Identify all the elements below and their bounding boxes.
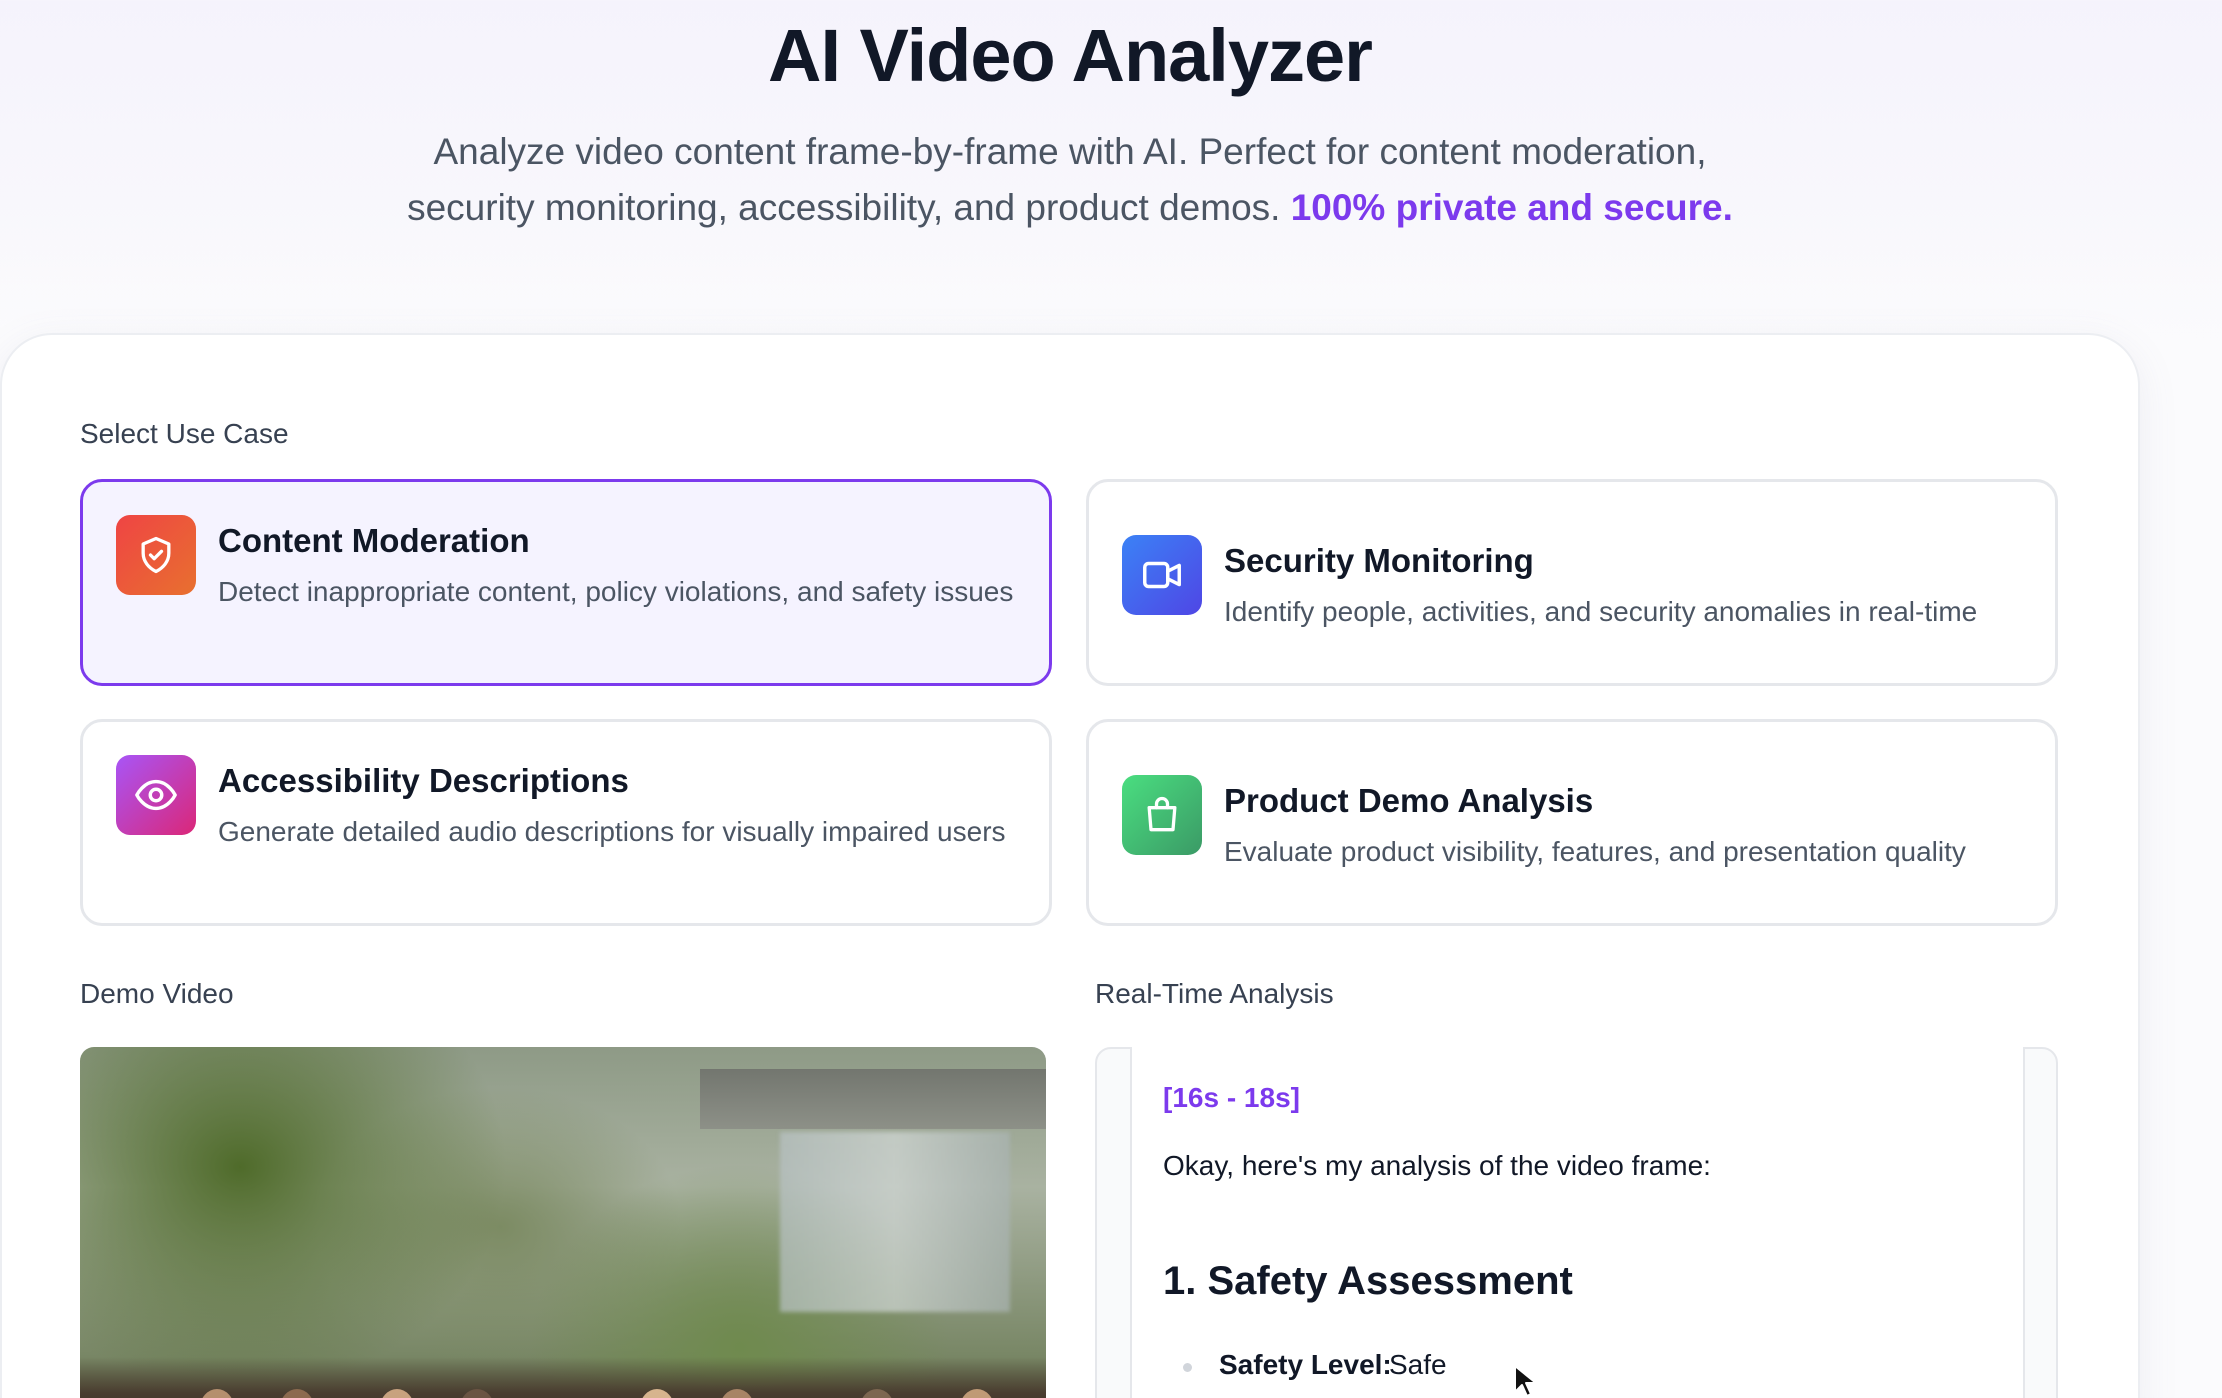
analysis-intro: Okay, here's my analysis of the video fr… (1163, 1150, 1711, 1181)
analysis-panel[interactable]: [16s - 18s] Okay, here's my analysis of … (1095, 1047, 2058, 1398)
video-camera-icon (1122, 535, 1202, 615)
card-title: Security Monitoring (1224, 542, 1534, 579)
safety-level-key: Safety Level: (1219, 1349, 1392, 1380)
shield-check-icon (116, 515, 196, 595)
mouse-cursor-icon (1514, 1365, 1537, 1397)
card-description: Generate detailed audio descriptions for… (218, 816, 1006, 847)
use-case-card-content-moderation[interactable]: Content Moderation Detect inappropriate … (80, 479, 1052, 686)
subtitle-line-1: Analyze video content frame-by-frame wit… (433, 131, 1707, 172)
use-case-card-accessibility[interactable]: Accessibility Descriptions Generate deta… (80, 719, 1052, 926)
shopping-bag-icon (1122, 775, 1202, 855)
page-title: AI Video Analyzer (768, 14, 1373, 97)
demo-video-label: Demo Video (80, 978, 234, 1009)
real-time-analysis-label: Real-Time Analysis (1095, 978, 1334, 1009)
video-frame-buildings (780, 1132, 1010, 1312)
analysis-heading: 1. Safety Assessment (1163, 1259, 1573, 1303)
eye-icon (116, 755, 196, 835)
card-title: Accessibility Descriptions (218, 762, 629, 799)
use-case-card-security-monitoring[interactable]: Security Monitoring Identify people, act… (1086, 479, 2058, 686)
analysis-timestamp: [16s - 18s] (1163, 1082, 1300, 1113)
subtitle-line-2: security monitoring, accessibility, and … (407, 187, 1281, 228)
bullet-dot (1183, 1363, 1192, 1372)
page-subtitle: Analyze video content frame-by-frame wit… (370, 124, 1770, 236)
card-title: Content Moderation (218, 522, 530, 559)
card-description: Identify people, activities, and securit… (1224, 596, 1978, 627)
use-case-label: Select Use Case (80, 418, 289, 449)
video-frame-bridge (700, 1069, 1046, 1129)
card-description: Detect inappropriate content, policy vio… (218, 576, 1014, 607)
card-title: Product Demo Analysis (1224, 782, 1594, 819)
safety-level-value: Safe (1389, 1349, 1447, 1380)
use-case-card-product-demo[interactable]: Product Demo Analysis Evaluate product v… (1086, 719, 2058, 926)
privacy-highlight: 100% private and secure. (1290, 187, 1733, 228)
demo-video-player[interactable] (80, 1047, 1046, 1398)
video-frame-crowd (80, 1357, 1046, 1398)
card-description: Evaluate product visibility, features, a… (1224, 836, 1966, 867)
